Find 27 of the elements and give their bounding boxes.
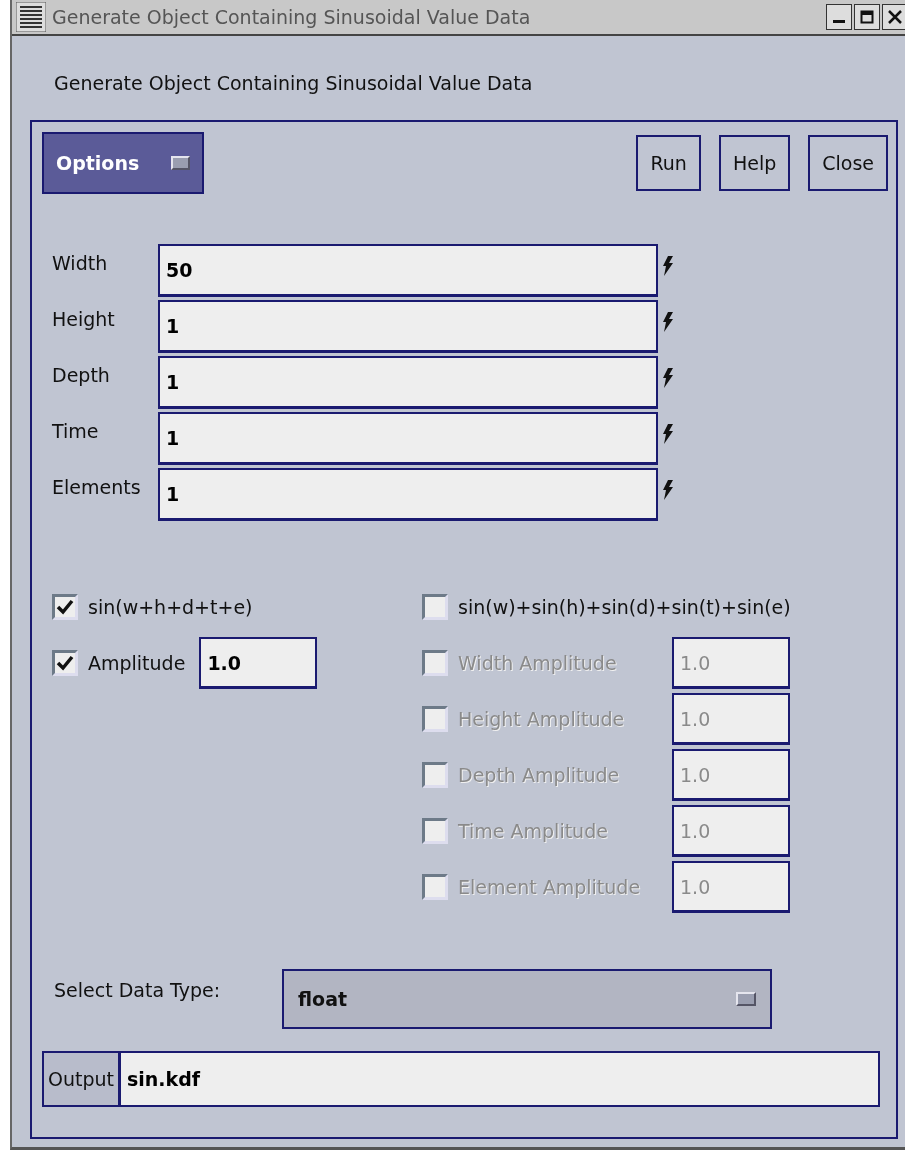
input-field[interactable]: 1 <box>158 412 658 465</box>
checkbox-label: Element Amplitude <box>458 876 642 898</box>
field-label: Select Data Type: <box>54 979 222 1001</box>
dialog-button[interactable]: Run <box>636 135 701 191</box>
checkbox-label: sin(w)+sin(h)+sin(d)+sin(t)+sin(e) <box>458 596 791 618</box>
options-menu-button[interactable]: Options <box>42 132 204 194</box>
checkbox-label: Height Amplitude <box>458 708 626 730</box>
field-label: Elements <box>52 475 142 498</box>
checkbox-label: Depth Amplitude <box>458 764 621 786</box>
field-label: Width <box>52 251 109 274</box>
input-field[interactable]: 1 <box>158 468 658 521</box>
window-title: Generate Object Containing Sinusoidal Value Data <box>52 6 532 28</box>
checkbox-label: Time Amplitude <box>458 820 609 842</box>
field-label: Depth <box>52 363 111 386</box>
input-field[interactable]: 50 <box>158 244 658 297</box>
input-field[interactable]: 1 <box>158 300 658 353</box>
data-type-dropdown[interactable]: float <box>282 969 772 1029</box>
amplitude-field[interactable]: 1.0 <box>199 637 318 689</box>
field-label: Time <box>52 419 100 442</box>
checkbox-label: sin(w+h+d+t+e) <box>88 596 253 618</box>
field-label: Height <box>52 307 116 330</box>
dialog-heading: Generate Object Containing Sinusoidal Value Data <box>54 72 533 94</box>
checkbox-label: Width Amplitude <box>458 652 618 674</box>
dialog-button[interactable]: Help <box>718 135 791 191</box>
checkbox-label: Amplitude <box>88 652 186 674</box>
dialog-button[interactable]: Close <box>808 135 888 191</box>
input-field[interactable]: 1 <box>158 356 658 409</box>
